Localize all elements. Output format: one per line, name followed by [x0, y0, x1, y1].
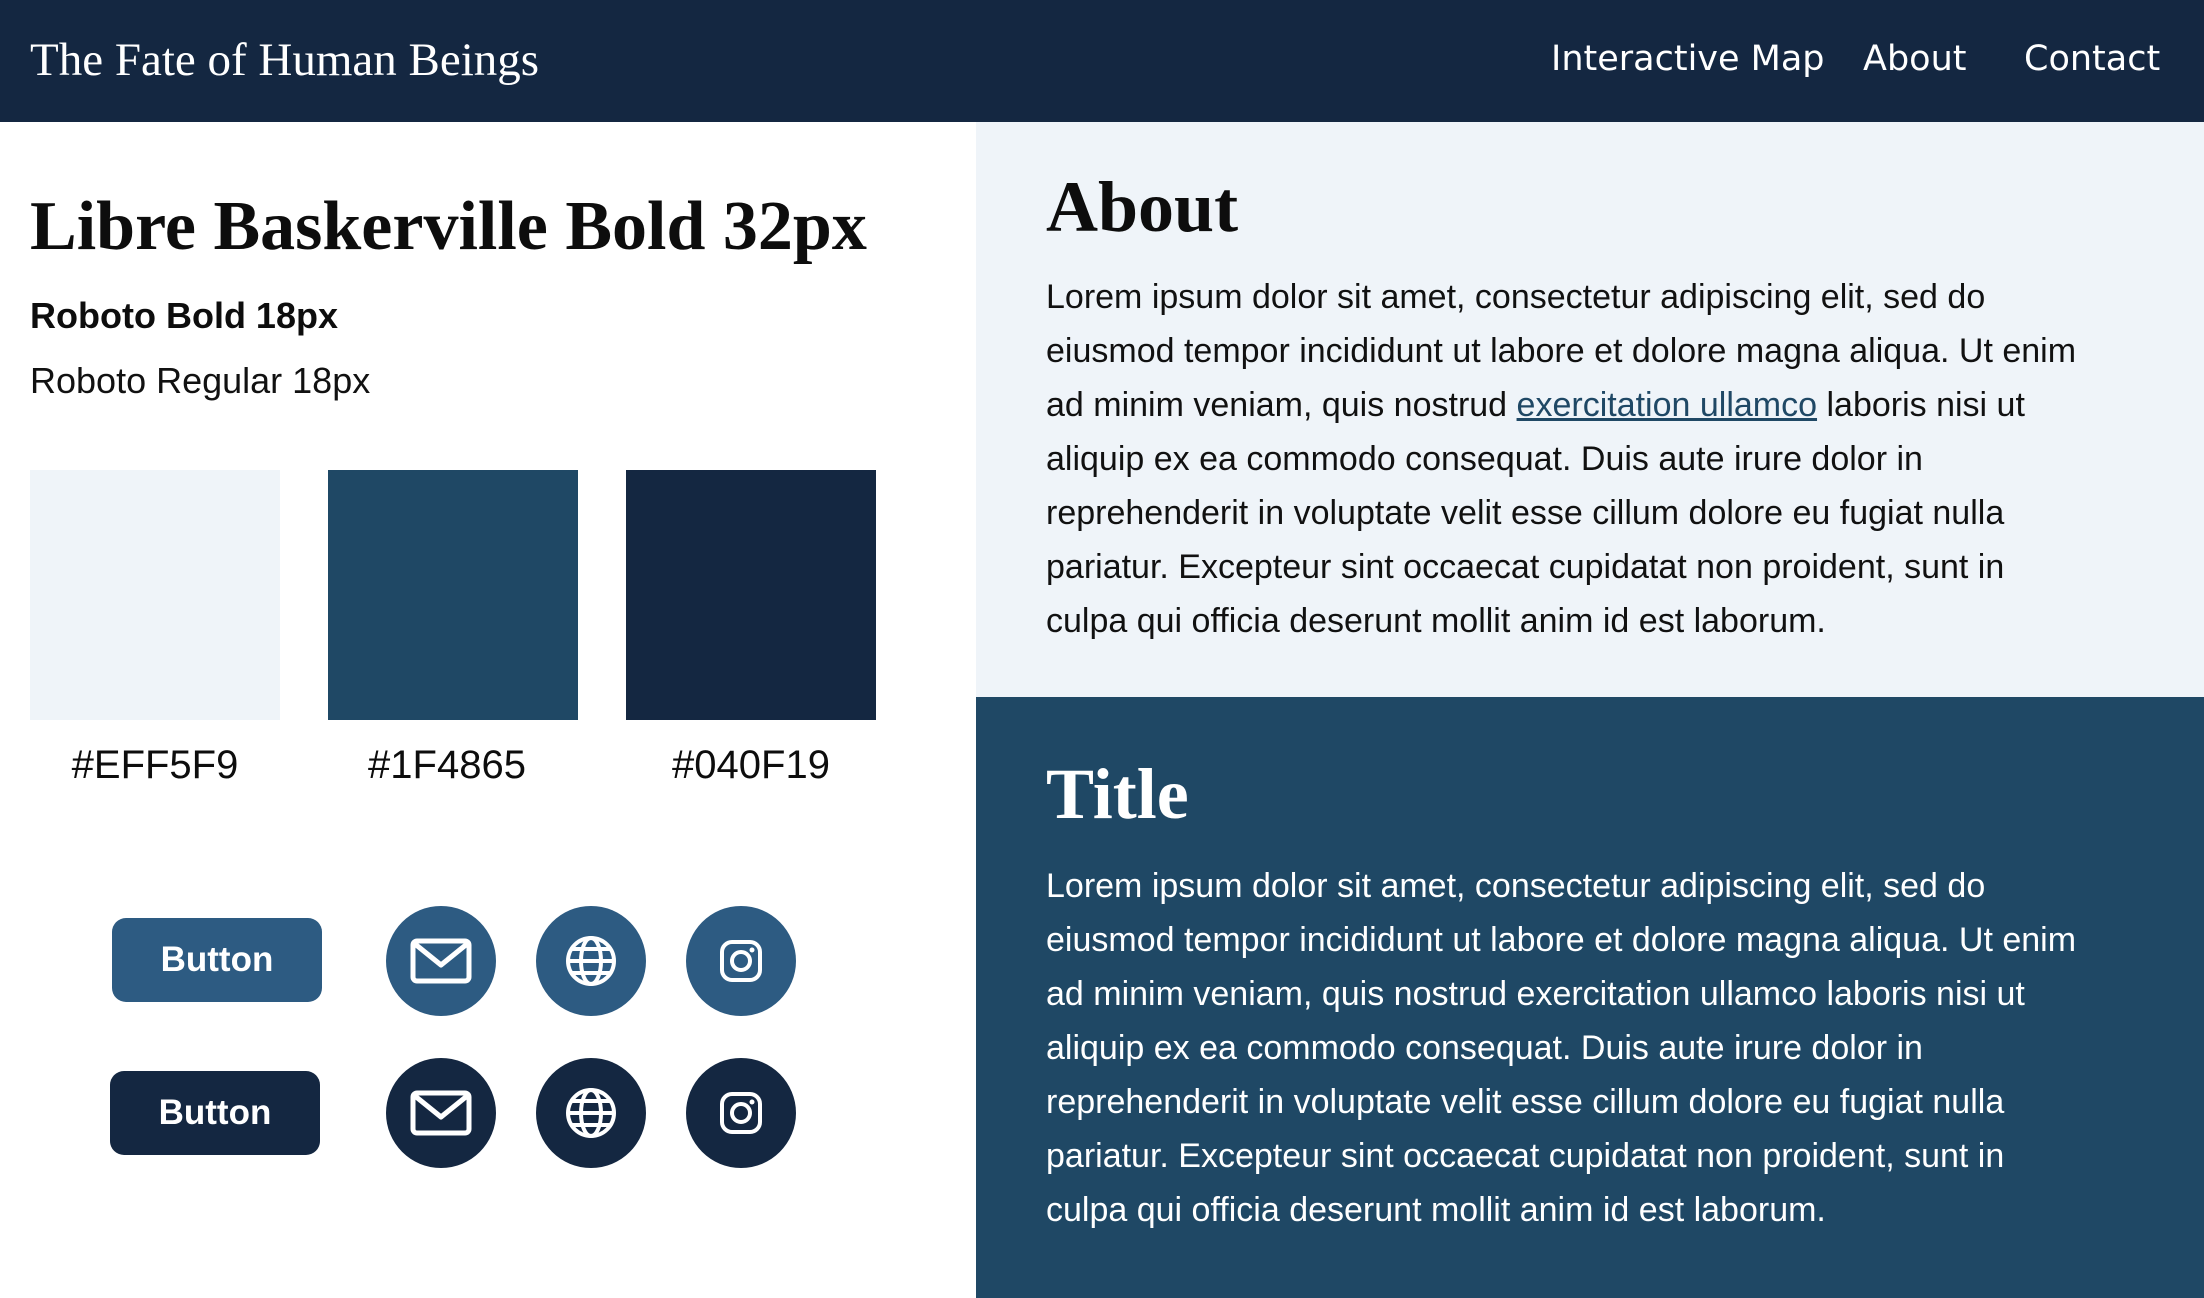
mail-button[interactable]	[386, 906, 496, 1016]
title-body: Lorem ipsum dolor sit amet, consectetur …	[1046, 867, 2077, 1229]
about-section: About Lorem ipsum dolor sit amet, consec…	[976, 122, 2204, 697]
site-title[interactable]: The Fate of Human Beings	[30, 32, 539, 88]
nav-link-interactive-map[interactable]: Interactive Map	[1551, 34, 1825, 84]
heading-font-sample: Libre Baskerville Bold 32px	[30, 188, 867, 265]
globe-button-dark[interactable]	[536, 1058, 646, 1168]
swatch-label-mid: #1F4865	[368, 743, 526, 787]
regular-font-sample: Roboto Regular 18px	[30, 360, 371, 401]
instagram-button-dark[interactable]	[686, 1058, 796, 1168]
swatch-label-light: #EFF5F9	[71, 743, 239, 787]
globe-button[interactable]	[536, 906, 646, 1016]
about-body-text-end: laboris nisi ut aliquip ex ea commodo co…	[1046, 386, 2025, 640]
instagram-button[interactable]	[686, 906, 796, 1016]
nav-link-contact[interactable]: Contact	[2024, 34, 2160, 84]
mail-button-dark[interactable]	[386, 1058, 496, 1168]
bold-font-sample: Roboto Bold 18px	[30, 295, 338, 336]
about-heading: About	[1046, 167, 1239, 247]
top-nav-bar: The Fate of Human Beings Interactive Map…	[0, 0, 2204, 122]
dark-button-sample[interactable]: Button	[110, 1071, 320, 1155]
globe-icon	[566, 1088, 616, 1138]
mail-icon	[410, 1090, 472, 1136]
instagram-icon	[720, 940, 762, 982]
primary-button-sample[interactable]: Button	[112, 918, 322, 1002]
about-body: Lorem ipsum dolor sit amet, consectetur …	[1046, 270, 2166, 648]
color-swatch-dark	[626, 470, 876, 720]
swatch-label-dark: #040F19	[672, 743, 830, 787]
title-section: Title Lorem ipsum dolor sit amet, consec…	[976, 697, 2204, 1298]
about-inline-link[interactable]: exercitation ullamco	[1517, 386, 1817, 424]
title-heading: Title	[1046, 754, 1189, 834]
color-swatch-mid	[328, 470, 578, 720]
color-swatch-light	[30, 470, 280, 720]
globe-icon	[566, 936, 616, 986]
mail-icon	[410, 938, 472, 984]
instagram-icon	[720, 1092, 762, 1134]
nav-link-about[interactable]: About	[1863, 34, 1966, 84]
